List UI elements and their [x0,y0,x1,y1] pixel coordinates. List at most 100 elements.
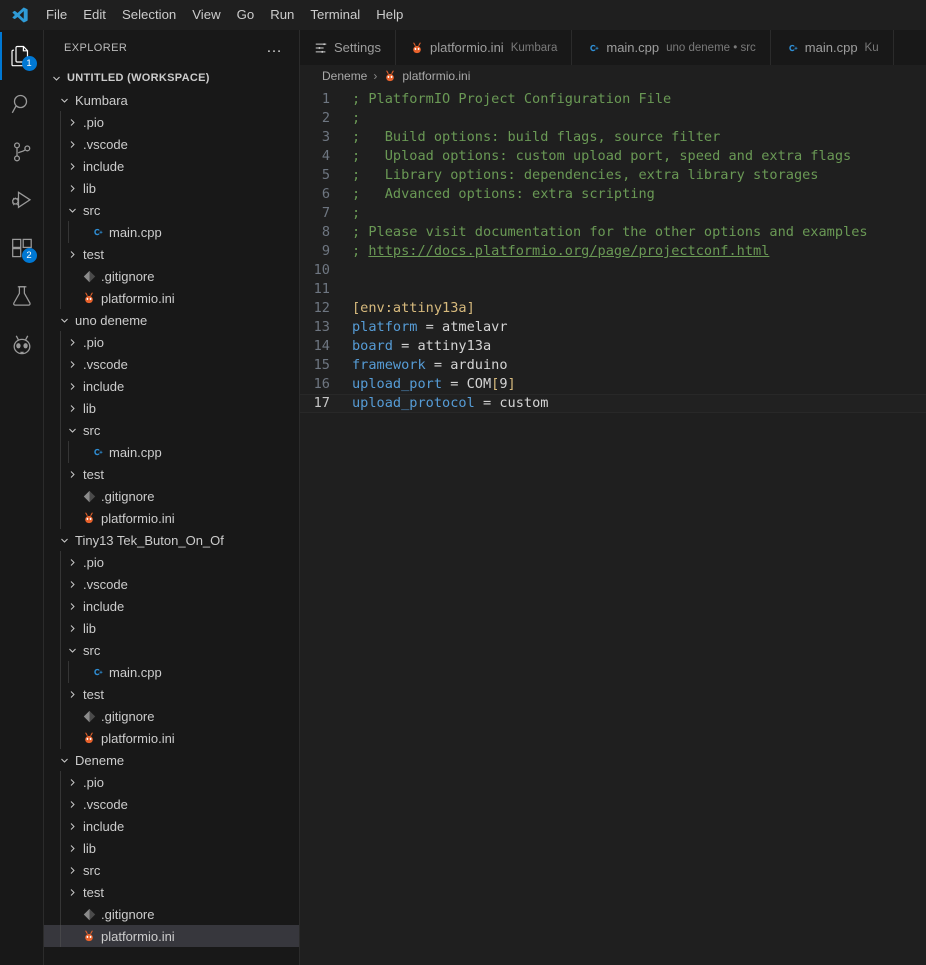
editor-tab-platformio-ini[interactable]: platformio.ini Kumbara [395,30,573,65]
indent-guide [60,375,61,397]
activity-item-testing[interactable] [0,272,44,320]
chevron-down-icon[interactable] [56,529,72,551]
tree-item-test[interactable]: test [44,683,299,705]
chevron-right-icon[interactable] [64,793,80,815]
tree-item-tiny13-tek-buton-on-of[interactable]: Tiny13 Tek_Buton_On_Of [44,529,299,551]
tree-item-include[interactable]: include [44,595,299,617]
tree-item-gitignore[interactable]: .gitignore [44,705,299,727]
tree-item-include[interactable]: include [44,815,299,837]
chevron-right-icon[interactable] [64,881,80,903]
chevron-right-icon[interactable] [64,551,80,573]
tree-item-gitignore[interactable]: .gitignore [44,485,299,507]
chevron-right-icon[interactable] [64,463,80,485]
tree-item-platformio-ini[interactable]: platformio.ini [44,507,299,529]
chevron-right-icon[interactable] [64,353,80,375]
activity-item-explorer[interactable]: 1 [0,32,44,80]
code-editor[interactable]: 1 ; PlatformIO Project Configuration File… [300,87,926,965]
tree-item-kumbara[interactable]: Kumbara [44,89,299,111]
editor-tab-settings[interactable]: Settings [300,30,396,65]
chevron-right-icon[interactable] [64,837,80,859]
source-control-icon [10,140,34,164]
tree-item-lib[interactable]: lib [44,397,299,419]
tree-item-pio[interactable]: .pio [44,111,299,133]
tree-item-platformio-ini[interactable]: platformio.ini [44,287,299,309]
tree-item-src[interactable]: src [44,859,299,881]
chevron-right-icon[interactable] [64,771,80,793]
chevron-down-icon[interactable] [64,639,80,661]
tree-item-src[interactable]: src [44,419,299,441]
tree-item-lib[interactable]: lib [44,177,299,199]
tree-item-vscode[interactable]: .vscode [44,353,299,375]
activity-item-source-control[interactable] [0,128,44,176]
tree-item-gitignore[interactable]: .gitignore [44,903,299,925]
code-line-text: [env:attiny13a] [352,299,926,318]
code-line: 7; [300,204,926,223]
menu-item-go[interactable]: Go [229,3,263,27]
tree-item-src[interactable]: src [44,199,299,221]
chevron-right-icon[interactable] [64,331,80,353]
breadcrumb-item-deneme[interactable]: Deneme [320,69,369,83]
tree-item-lib[interactable]: lib [44,617,299,639]
editor-tab-main-cpp[interactable]: main.cpp Ku [770,30,894,65]
code-token[interactable]: https://docs.platformio.org/page/project… [368,243,769,259]
chevron-down-icon[interactable] [56,749,72,771]
sidebar-more-actions-button[interactable]: … [260,39,289,57]
menu-item-selection[interactable]: Selection [114,3,184,27]
tree-item-main-cpp[interactable]: main.cpp [44,221,299,243]
tree-item-vscode[interactable]: .vscode [44,133,299,155]
chevron-right-icon[interactable] [64,111,80,133]
menu-item-help[interactable]: Help [368,3,411,27]
chevron-right-icon[interactable] [64,859,80,881]
menu-item-view[interactable]: View [184,3,228,27]
tree-item-test[interactable]: test [44,463,299,485]
chevron-down-icon[interactable] [64,419,80,441]
chevron-right-icon[interactable] [64,133,80,155]
code-line: 10 [300,261,926,280]
menu-item-edit[interactable]: Edit [75,3,114,27]
activity-item-platformio[interactable] [0,320,44,368]
chevron-right-icon[interactable] [64,573,80,595]
tree-item-untitled-workspace[interactable]: UNTITLED (WORKSPACE) [44,67,299,89]
tree-item-gitignore[interactable]: .gitignore [44,265,299,287]
chevron-right-icon[interactable] [64,177,80,199]
chevron-right-icon[interactable] [64,617,80,639]
tree-item-pio[interactable]: .pio [44,551,299,573]
activity-item-extensions[interactable]: 2 [0,224,44,272]
tree-item-vscode[interactable]: .vscode [44,793,299,815]
chevron-right-icon[interactable] [64,375,80,397]
chevron-down-icon[interactable] [56,89,72,111]
tree-item-deneme[interactable]: Deneme [44,749,299,771]
tree-item-include[interactable]: include [44,155,299,177]
breadcrumb-item-platformio-ini[interactable]: platformio.ini [381,69,472,83]
tree-item-platformio-ini[interactable]: platformio.ini [44,727,299,749]
tree-item-pio[interactable]: .pio [44,331,299,353]
menu-item-file[interactable]: File [38,3,75,27]
tree-item-platformio-ini[interactable]: platformio.ini [44,925,299,947]
chevron-down-icon[interactable] [48,67,64,89]
chevron-right-icon[interactable] [64,683,80,705]
chevron-down-icon[interactable] [64,199,80,221]
chevron-right-icon[interactable] [64,595,80,617]
tree-item-include[interactable]: include [44,375,299,397]
activity-item-run-and-debug[interactable] [0,176,44,224]
menu-item-run[interactable]: Run [262,3,302,27]
menu-item-terminal[interactable]: Terminal [302,3,368,27]
editor-tab-main-cpp[interactable]: main.cpp uno deneme • src [572,30,771,65]
tree-item-test[interactable]: test [44,881,299,903]
chevron-down-icon[interactable] [56,309,72,331]
tree-item-vscode[interactable]: .vscode [44,573,299,595]
tree-item-test[interactable]: test [44,243,299,265]
chevron-right-icon[interactable] [64,155,80,177]
tree-item-main-cpp[interactable]: main.cpp [44,661,299,683]
tree-item-lib[interactable]: lib [44,837,299,859]
chevron-right-icon[interactable] [64,243,80,265]
tree-item-main-cpp[interactable]: main.cpp [44,441,299,463]
tree-item-uno-deneme[interactable]: uno deneme [44,309,299,331]
chevron-right-icon[interactable] [64,397,80,419]
tree-item-pio[interactable]: .pio [44,771,299,793]
chevron-right-icon[interactable] [64,815,80,837]
activity-item-search[interactable] [0,80,44,128]
tree-item-src[interactable]: src [44,639,299,661]
